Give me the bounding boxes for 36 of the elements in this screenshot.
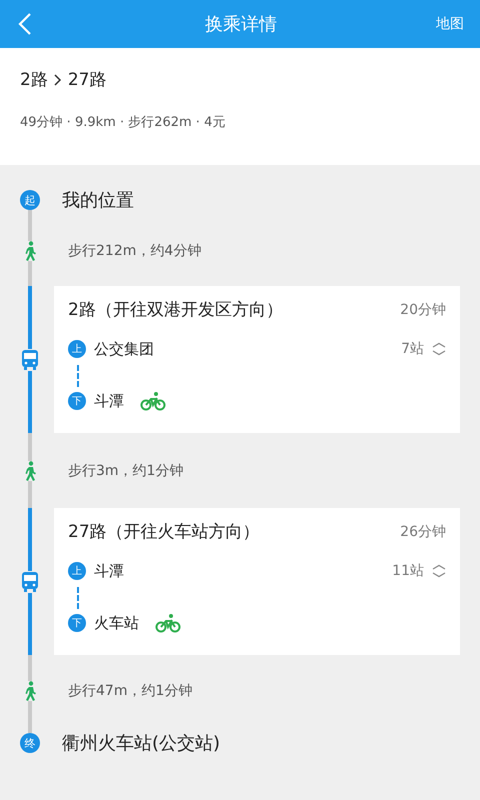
stop-name: 火车站 <box>94 614 139 632</box>
stop-name: 公交集团 <box>94 340 154 358</box>
route-name: 2路 <box>20 69 48 91</box>
bicycle-icon <box>155 613 181 633</box>
walking-person-icon <box>23 680 37 700</box>
board-marker: 上 <box>68 562 86 580</box>
board-marker: 上 <box>68 340 86 358</box>
endpoint-marker: 终 <box>20 733 40 753</box>
bus-line-name: 2路（开往双港开发区方向） <box>68 299 283 321</box>
stop-count: 7站 <box>401 340 424 358</box>
alight-marker: 下 <box>68 392 86 410</box>
place-name: 衢州火车站(公交站) <box>61 732 220 755</box>
bus-line-name: 27路（开往火车站方向） <box>68 521 260 543</box>
place-name: 我的位置 <box>61 189 134 212</box>
trip-summary: 49分钟 · 9.9km · 步行262m · 4元 <box>20 114 226 131</box>
page-title: 换乘详情 <box>205 13 277 36</box>
endpoint-marker: 起 <box>20 190 40 210</box>
walk-info: 步行3m，约1分钟 <box>67 462 184 480</box>
alight-marker: 下 <box>68 614 86 632</box>
walking-person-icon <box>23 460 37 480</box>
bus-segment-card[interactable]: 2路（开往双港开发区方向） 20分钟 上 公交集团 7站 下 斗潭 <box>54 286 460 433</box>
ride-duration: 26分钟 <box>400 522 446 540</box>
stop-name: 斗潭 <box>94 562 124 580</box>
expand-icon[interactable] <box>432 342 446 356</box>
bicycle-icon <box>140 391 166 411</box>
bus-segment-card[interactable]: 27路（开往火车站方向） 26分钟 上 斗潭 11站 下 火车站 <box>54 508 460 655</box>
chevron-icon <box>54 74 62 86</box>
route-name: 27路 <box>68 69 106 91</box>
walking-person-icon <box>23 240 37 260</box>
stop-name: 斗潭 <box>94 392 124 410</box>
stop-count: 11站 <box>392 562 424 580</box>
back-icon <box>18 12 32 36</box>
ride-duration: 20分钟 <box>400 300 446 318</box>
walk-info: 步行47m，约1分钟 <box>67 682 192 700</box>
walk-info: 步行212m，约4分钟 <box>67 242 202 260</box>
expand-icon[interactable] <box>432 564 446 578</box>
